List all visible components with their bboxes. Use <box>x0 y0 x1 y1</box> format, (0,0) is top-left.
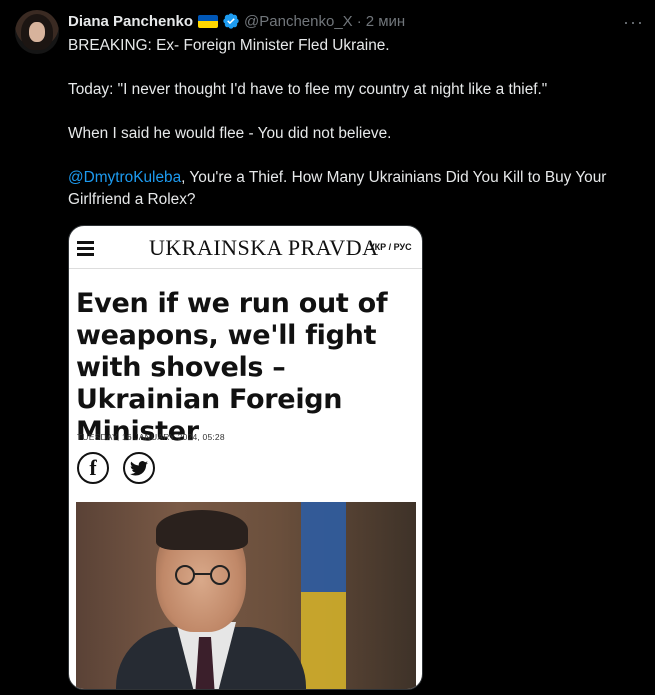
author-avatar[interactable] <box>15 10 59 54</box>
tweet-line: @DmytroKuleba, You're a Thief. How Many … <box>68 167 638 211</box>
twitter-icon <box>123 452 155 484</box>
mention-link[interactable]: @DmytroKuleba <box>68 169 181 186</box>
article-date: TUESDAY, 16 JANUARY 2024, 05:28 <box>77 432 225 442</box>
language-switch: УКР / РУС <box>369 242 412 252</box>
site-logo: UKRAINSKA PRAVDA <box>149 235 379 260</box>
article-photo <box>76 502 416 689</box>
hamburger-menu-icon <box>77 241 94 256</box>
tweet-line: When I said he would flee - You did not … <box>68 125 392 142</box>
facebook-icon: f <box>77 452 109 484</box>
author-name[interactable]: Diana Panchenko <box>68 13 193 30</box>
article-topbar: UKRAINSKA PRAVDA УКР / РУС <box>69 226 422 269</box>
verified-badge-icon[interactable] <box>222 12 240 30</box>
separator-dot: · <box>356 12 362 30</box>
media-image[interactable]: UKRAINSKA PRAVDA УКР / РУС Even if we ru… <box>68 225 423 690</box>
tweet-line: BREAKING: Ex- Foreign Minister Fled Ukra… <box>68 37 390 54</box>
tweet-line: Today: "I never thought I'd have to flee… <box>68 81 548 98</box>
tweet-text: BREAKING: Ex- Foreign Minister Fled Ukra… <box>68 35 638 211</box>
author-handle[interactable]: @Panchenko_X <box>244 13 353 30</box>
article-headline: Even if we run out of weapons, we'll fig… <box>76 288 388 447</box>
tweet-header: Diana Panchenko @Panchenko_X · 2 мин <box>68 11 405 31</box>
ukraine-flag-icon <box>198 14 219 28</box>
more-icon[interactable]: ··· <box>623 12 644 33</box>
tweet-time[interactable]: 2 мин <box>366 13 406 30</box>
